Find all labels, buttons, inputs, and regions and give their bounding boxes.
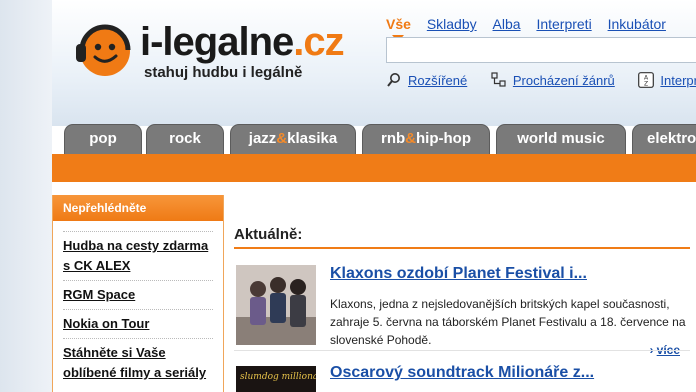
logo-wordmark: i-legalne.cz — [140, 20, 345, 64]
sidebar-list: Hudba na cesty zdarma s CK ALEX RGM Spac… — [53, 221, 223, 383]
site-slogan: stahuj hudbu i legálně — [144, 64, 303, 81]
genre-tab-pop[interactable]: pop — [64, 124, 142, 154]
search-input[interactable] — [386, 37, 696, 63]
search-tools: Rozšířené Procházení žánrů A Z Interpret… — [386, 72, 696, 88]
thumbnail-caption: slumdog millionaire — [240, 372, 316, 382]
sidebar-item-nokia-on-tour[interactable]: Nokia on Tour — [63, 309, 213, 334]
genre-tab-world-music[interactable]: world music — [496, 124, 626, 154]
sidebar-dont-miss: Nepřehlédněte Hudba na cesty zdarma s CK… — [52, 195, 224, 392]
headphones-smiley-icon — [76, 24, 131, 76]
sidebar-item-movies[interactable]: Stáhněte si Vaše oblíbené filmy a seriál… — [63, 338, 213, 383]
news-heading: Aktuálně: — [234, 226, 690, 249]
site-header: i-legalne.cz stahuj hudbu i legálně Vše … — [52, 0, 696, 154]
magnifier-icon — [387, 73, 400, 87]
news-section: Aktuálně: Klaxons ozdobí Planet Festival… — [234, 226, 690, 392]
sidebar-item-ck-alex[interactable]: Hudba na cesty zdarma s CK ALEX — [63, 231, 213, 276]
sidebar-title: Nepřehlédněte — [53, 195, 223, 221]
genre-tab-rnb-hiphop[interactable]: rnb&hip-hop — [362, 124, 490, 154]
article-title[interactable]: Klaxons ozdobí Planet Festival i... — [330, 265, 587, 283]
article-divider — [234, 350, 690, 351]
sidebar-item-rgm-space[interactable]: RGM Space — [63, 280, 213, 305]
az-icon: A Z — [638, 72, 655, 88]
svg-text:Z: Z — [644, 81, 648, 88]
article-summary: Klaxons, jedna z nejsledovanějších brits… — [330, 297, 686, 347]
news-article: Klaxons ozdobí Planet Festival i... Klax… — [234, 265, 690, 361]
search-tab-songs[interactable]: Skladby — [427, 16, 477, 32]
search-tab-incubator[interactable]: Inkubátor — [608, 16, 666, 32]
search-scope-tabs: Vše Skladby Alba Interpreti Inkubátor — [386, 16, 678, 42]
genre-bar — [52, 154, 696, 182]
site-logo[interactable]: i-legalne.cz stahuj hudbu i legálně — [72, 18, 372, 88]
genre-tab-jazz-classic[interactable]: jazz&klasika — [230, 124, 356, 154]
search-tab-albums[interactable]: Alba — [493, 16, 521, 32]
page-background-gutter — [0, 0, 52, 392]
browse-genres-link[interactable]: Procházení žánrů — [491, 72, 615, 88]
page: i-legalne.cz stahuj hudbu i legálně Vše … — [52, 0, 696, 392]
news-article: slumdog millionaire Oscarový soundtrack … — [234, 358, 690, 392]
genre-tab-electro[interactable]: elektro — [632, 124, 696, 154]
article-title[interactable]: Oscarový soundtrack Milionáře z... — [330, 364, 594, 382]
genre-tab-rock[interactable]: rock — [146, 124, 224, 154]
article-thumbnail[interactable]: slumdog millionaire — [236, 366, 316, 392]
advanced-search-link[interactable]: Rozšířené — [386, 72, 467, 88]
artists-az-link[interactable]: A Z Interpreti — [638, 72, 696, 88]
search-tab-all[interactable]: Vše — [386, 16, 411, 42]
genre-tree-icon — [491, 72, 506, 87]
article-thumbnail[interactable] — [236, 265, 316, 345]
search-tab-artists[interactable]: Interpreti — [536, 16, 591, 32]
